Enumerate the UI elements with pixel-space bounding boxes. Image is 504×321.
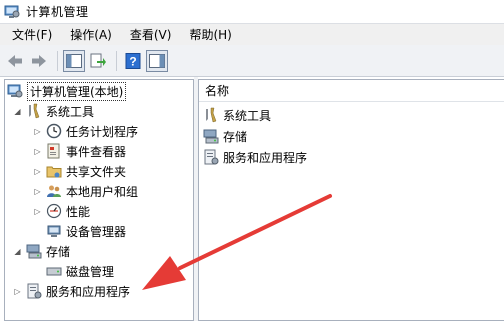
forward-arrow-icon (32, 54, 46, 67)
expanded-chevron-icon[interactable]: ◢ (13, 107, 22, 116)
column-header-name[interactable]: 名称 (199, 80, 504, 102)
export-list-icon (90, 53, 106, 67)
tree-item-root[interactable]: 计算机管理(本地) (7, 81, 127, 101)
tree-item-performance[interactable]: ▷ 性能 (33, 201, 90, 221)
shared-folder-icon (46, 163, 62, 179)
tree-item-label: 系统工具 (46, 104, 95, 119)
tools-icon (203, 107, 219, 123)
computer-management-icon (7, 83, 23, 99)
tools-icon (26, 103, 42, 119)
expanded-chevron-icon[interactable]: ◢ (13, 247, 22, 256)
menu-action[interactable]: 操作(A) (64, 26, 118, 43)
tree-item-device-manager[interactable]: 设备管理器 (46, 221, 126, 241)
menu-bar: 文件(F) 操作(A) 查看(V) 帮助(H) (0, 23, 504, 45)
toolbar-separator (116, 50, 117, 71)
show-hide-tree-icon (66, 53, 82, 68)
tree-item-services-apps[interactable]: ▷ 服务和应用程序 (13, 281, 130, 301)
back-arrow-icon (8, 54, 22, 67)
storage-icon (26, 243, 42, 259)
results-pane[interactable]: 名称 系统工具 存储 服务和应用程序 (198, 79, 504, 321)
tree-item-label: 任务计划程序 (66, 124, 139, 139)
export-list-button[interactable] (87, 50, 109, 72)
clock-icon (46, 123, 62, 139)
collapsed-chevron-icon[interactable]: ▷ (33, 147, 42, 156)
toolbar-separator (57, 50, 58, 71)
tree-item-system-tools[interactable]: ◢ 系统工具 (13, 101, 94, 121)
back-button[interactable] (4, 50, 26, 72)
toolbar: ? (0, 45, 504, 77)
tree-item-label: 本地用户和组 (66, 184, 139, 199)
action-pane-icon (149, 53, 165, 68)
tree-item-label: 设备管理器 (66, 224, 127, 239)
menu-file[interactable]: 文件(F) (6, 26, 58, 43)
collapsed-chevron-icon[interactable]: ▷ (33, 167, 42, 176)
tree-item-disk-management[interactable]: 磁盘管理 (46, 261, 114, 281)
tree-item-label: 服务和应用程序 (46, 284, 131, 299)
help-icon: ? (125, 52, 141, 69)
tree-item-task-scheduler[interactable]: ▷ 任务计划程序 (33, 121, 138, 141)
disk-icon (46, 263, 62, 279)
collapsed-chevron-icon[interactable]: ▷ (13, 287, 22, 296)
services-icon (26, 283, 42, 299)
list-item[interactable]: 存储 (203, 126, 247, 146)
device-manager-icon (46, 223, 62, 239)
help-button[interactable]: ? (122, 50, 144, 72)
window-title: 计算机管理 (26, 5, 89, 19)
event-viewer-icon (46, 143, 62, 159)
tree-item-label: 性能 (66, 204, 91, 219)
tree-item-label: 事件查看器 (66, 144, 127, 159)
column-header-label: 名称 (205, 84, 230, 98)
svg-text:?: ? (129, 54, 136, 68)
tree-item-event-viewer[interactable]: ▷ 事件查看器 (33, 141, 126, 161)
tree-item-label: 共享文件夹 (66, 164, 127, 179)
storage-icon (203, 128, 219, 144)
list-item-label: 系统工具 (223, 108, 272, 123)
tree-item-label: 磁盘管理 (66, 264, 115, 279)
forward-button[interactable] (28, 50, 50, 72)
services-icon (203, 149, 219, 165)
tree-item-local-users[interactable]: ▷ 本地用户和组 (33, 181, 138, 201)
menu-view[interactable]: 查看(V) (124, 26, 178, 43)
collapsed-chevron-icon[interactable]: ▷ (33, 207, 42, 216)
tree-item-label: 计算机管理(本地) (27, 81, 127, 101)
console-tree[interactable]: 计算机管理(本地) ◢ 系统工具 ▷ 任务计划程序 ▷ 事件查看器 ▷ 共享文件… (4, 79, 194, 321)
tree-item-label: 存储 (46, 244, 71, 259)
tree-item-storage[interactable]: ◢ 存储 (13, 241, 70, 261)
computer-management-icon (4, 5, 20, 19)
tree-item-shared-folders[interactable]: ▷ 共享文件夹 (33, 161, 126, 181)
show-hide-tree-button[interactable] (63, 49, 85, 72)
menu-help[interactable]: 帮助(H) (183, 26, 237, 43)
list-item[interactable]: 服务和应用程序 (203, 147, 307, 167)
list-item-label: 存储 (223, 129, 248, 144)
list-item[interactable]: 系统工具 (203, 105, 271, 125)
list-item-label: 服务和应用程序 (223, 150, 308, 165)
collapsed-chevron-icon[interactable]: ▷ (33, 187, 42, 196)
action-pane-button[interactable] (146, 49, 168, 72)
title-bar: 计算机管理 (0, 0, 504, 23)
performance-icon (46, 203, 62, 219)
users-icon (46, 183, 62, 199)
collapsed-chevron-icon[interactable]: ▷ (33, 127, 42, 136)
